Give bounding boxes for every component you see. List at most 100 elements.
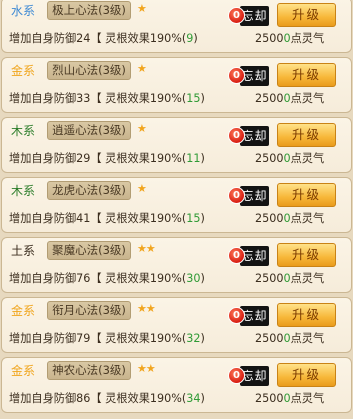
upgrade-cost: 25000点灵气 — [255, 271, 324, 287]
forget-count-badge: 0 — [228, 7, 245, 24]
skill-effect-text: 增加自身防御29【 灵根效果190%(11) — [9, 151, 205, 167]
skill-card: 木系 逍遥心法(3级) ★ 忘却 0 升级 增加自身防御29【 灵根效果190%… — [1, 117, 352, 173]
defense-value: 76 — [76, 272, 91, 285]
effect-suffix: ) — [200, 272, 205, 285]
upgrade-button[interactable]: 升级 — [277, 363, 336, 387]
defense-value: 24 — [76, 32, 91, 45]
effect-prefix: 增加自身防御 — [9, 212, 77, 225]
forget-count-badge: 0 — [228, 187, 245, 204]
skill-effect-text: 增加自身防御76【 灵根效果190%(30) — [9, 271, 205, 287]
forget-count-badge: 0 — [228, 127, 245, 144]
root-level-value: 30 — [186, 272, 201, 285]
effect-middle: 【 灵根效果190%( — [90, 272, 187, 285]
forget-button[interactable]: 忘却 0 — [228, 6, 269, 26]
skill-name-tag: 神农心法(3级) — [47, 361, 131, 380]
cost-zero: 0 — [283, 152, 291, 165]
upgrade-cost: 25000点灵气 — [255, 391, 324, 407]
element-type-label: 金系 — [11, 304, 36, 318]
effect-suffix: ) — [193, 32, 198, 45]
star-icon: ★★ — [137, 242, 156, 255]
root-level-value: 32 — [186, 332, 201, 345]
star-icon: ★ — [137, 2, 147, 15]
star-icon: ★ — [137, 122, 147, 135]
forget-button[interactable]: 忘却 0 — [228, 186, 269, 206]
upgrade-cost: 25000点灵气 — [255, 31, 324, 47]
cost-prefix: 2500 — [255, 152, 284, 165]
forget-button[interactable]: 忘却 0 — [228, 306, 269, 326]
effect-prefix: 增加自身防御 — [9, 92, 77, 105]
skill-card: 土系 聚魔心法(3级) ★★ 忘却 0 升级 增加自身防御76【 灵根效果190… — [1, 237, 352, 293]
cost-suffix: 点灵气 — [290, 212, 325, 225]
element-type-label: 金系 — [11, 64, 36, 78]
upgrade-button[interactable]: 升级 — [277, 183, 336, 207]
forget-count-badge: 0 — [228, 307, 245, 324]
upgrade-cost: 25000点灵气 — [255, 331, 324, 347]
root-level-value: 15 — [186, 212, 201, 225]
effect-prefix: 增加自身防御 — [9, 152, 77, 165]
star-icon: ★ — [137, 62, 147, 75]
defense-value: 86 — [76, 392, 91, 405]
effect-prefix: 增加自身防御 — [9, 392, 77, 405]
upgrade-button[interactable]: 升级 — [277, 3, 336, 27]
forget-button[interactable]: 忘却 0 — [228, 126, 269, 146]
forget-button[interactable]: 忘却 0 — [228, 246, 269, 266]
cost-suffix: 点灵气 — [290, 92, 325, 105]
cost-prefix: 2500 — [255, 272, 284, 285]
skill-name-tag: 聚魔心法(3级) — [47, 241, 131, 260]
effect-middle: 【 灵根效果190%( — [90, 92, 187, 105]
skill-card: 金系 神农心法(3级) ★★ 忘却 0 升级 增加自身防御86【 灵根效果190… — [1, 357, 352, 413]
effect-middle: 【 灵根效果190%( — [90, 152, 187, 165]
effect-middle: 【 灵根效果190%( — [90, 332, 187, 345]
skill-list: 水系 极上心法(3级) ★ 忘却 0 升级 增加自身防御24【 灵根效果190%… — [0, 0, 353, 419]
defense-value: 41 — [76, 212, 91, 225]
root-level-value: 11 — [186, 152, 201, 165]
forget-button[interactable]: 忘却 0 — [228, 66, 269, 86]
cost-zero: 0 — [283, 212, 291, 225]
upgrade-button[interactable]: 升级 — [277, 243, 336, 267]
skill-effect-text: 增加自身防御86【 灵根效果190%(34) — [9, 391, 205, 407]
effect-suffix: ) — [200, 152, 205, 165]
upgrade-cost: 25000点灵气 — [255, 91, 324, 107]
cost-prefix: 2500 — [255, 212, 284, 225]
skill-card: 金系 衔月心法(3级) ★★ 忘却 0 升级 增加自身防御79【 灵根效果190… — [1, 297, 352, 353]
defense-value: 33 — [76, 92, 91, 105]
root-level-value: 34 — [186, 392, 201, 405]
element-type-label: 水系 — [11, 4, 36, 18]
cost-suffix: 点灵气 — [290, 332, 325, 345]
skill-card: 木系 龙虎心法(3级) ★ 忘却 0 升级 增加自身防御41【 灵根效果190%… — [1, 177, 352, 233]
skill-effect-text: 增加自身防御33【 灵根效果190%(15) — [9, 91, 205, 107]
effect-prefix: 增加自身防御 — [9, 332, 77, 345]
cost-zero: 0 — [283, 32, 291, 45]
skill-name-tag: 龙虎心法(3级) — [47, 181, 131, 200]
upgrade-button[interactable]: 升级 — [277, 123, 336, 147]
star-icon: ★★ — [137, 302, 156, 315]
forget-count-badge: 0 — [228, 247, 245, 264]
cost-zero: 0 — [283, 332, 291, 345]
forget-count-badge: 0 — [228, 67, 245, 84]
skill-name-tag: 衔月心法(3级) — [47, 301, 131, 320]
effect-prefix: 增加自身防御 — [9, 272, 77, 285]
effect-suffix: ) — [200, 392, 205, 405]
upgrade-cost: 25000点灵气 — [255, 211, 324, 227]
effect-prefix: 增加自身防御 — [9, 32, 77, 45]
defense-value: 29 — [76, 152, 91, 165]
skill-effect-text: 增加自身防御24【 灵根效果190%(9) — [9, 31, 198, 47]
cost-zero: 0 — [283, 272, 291, 285]
effect-middle: 【 灵根效果190%( — [90, 212, 187, 225]
upgrade-button[interactable]: 升级 — [277, 303, 336, 327]
effect-suffix: ) — [200, 332, 205, 345]
cost-prefix: 2500 — [255, 392, 284, 405]
defense-value: 79 — [76, 332, 91, 345]
skill-card: 金系 烈山心法(3级) ★ 忘却 0 升级 增加自身防御33【 灵根效果190%… — [1, 57, 352, 113]
skill-name-tag: 烈山心法(3级) — [47, 61, 131, 80]
cost-suffix: 点灵气 — [290, 392, 325, 405]
cost-suffix: 点灵气 — [290, 272, 325, 285]
cost-zero: 0 — [283, 392, 291, 405]
cost-suffix: 点灵气 — [290, 32, 325, 45]
effect-suffix: ) — [200, 212, 205, 225]
skill-effect-text: 增加自身防御79【 灵根效果190%(32) — [9, 331, 205, 347]
upgrade-button[interactable]: 升级 — [277, 63, 336, 87]
forget-button[interactable]: 忘却 0 — [228, 366, 269, 386]
skill-card: 水系 极上心法(3级) ★ 忘却 0 升级 增加自身防御24【 灵根效果190%… — [1, 0, 352, 53]
effect-suffix: ) — [200, 92, 205, 105]
